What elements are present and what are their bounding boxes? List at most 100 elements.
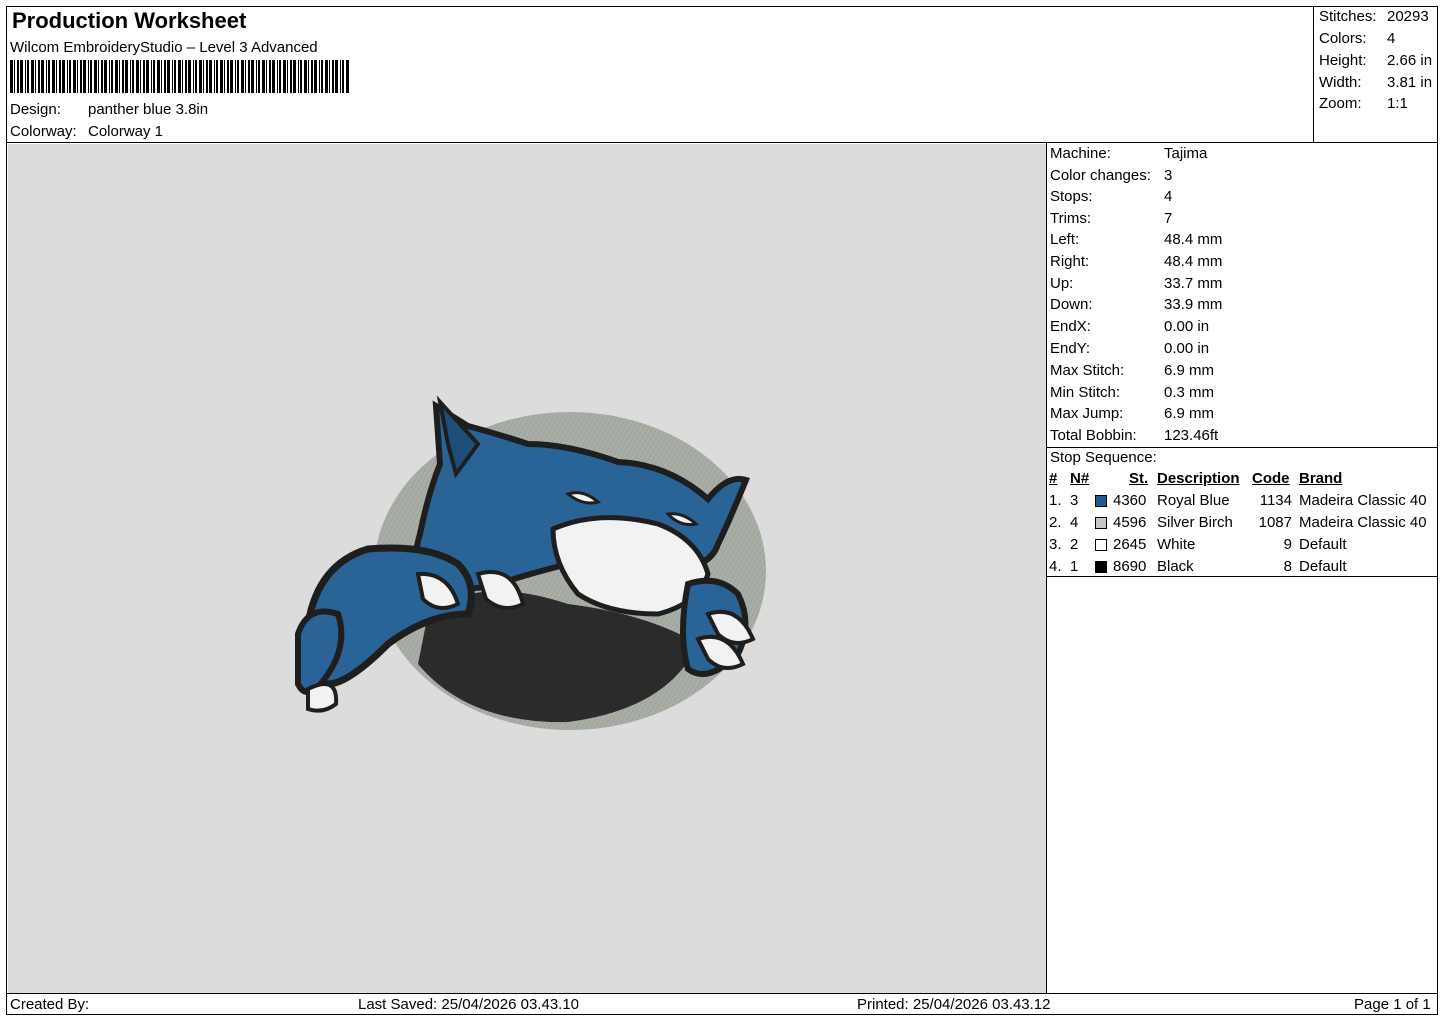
info-min-stitch: Min Stitch: 0.3 mm [1050, 384, 1214, 401]
stop-row-stitches: 4360 [1113, 492, 1147, 509]
barcode-bar [62, 60, 65, 93]
barcode-bar [298, 60, 299, 93]
info-label: Min Stitch: [1050, 384, 1121, 401]
barcode-bar [88, 60, 89, 93]
stop-row-code: 1087 [1258, 514, 1292, 531]
col-header-brand: Brand [1299, 470, 1343, 487]
color-swatch [1095, 495, 1107, 507]
barcode-bar [272, 60, 275, 93]
stop-row-stitches: 4596 [1113, 514, 1147, 531]
barcode-bar [230, 60, 233, 93]
col-header-n: N# [1070, 470, 1090, 487]
info-value: 7 [1164, 210, 1173, 227]
info-value: 4 [1164, 188, 1173, 205]
printed-date: Printed: 25/04/2026 03.43.12 [857, 996, 1051, 1013]
barcode-bar [235, 60, 236, 93]
stat-label: Width: [1319, 74, 1362, 91]
info-label: Up: [1050, 275, 1074, 292]
info-up: Up: 33.7 mm [1050, 275, 1222, 292]
barcode-bar [48, 60, 50, 93]
barcode-bar [90, 60, 92, 93]
barcode-bar [258, 60, 260, 93]
barcode-bar [56, 60, 57, 93]
info-machine: Machine: Tajima [1050, 145, 1207, 162]
stop-row-brand: Madeira Classic 40 [1299, 492, 1427, 509]
stop-sequence-title: Stop Sequence: [1050, 449, 1157, 466]
col-header-st: St. [1129, 470, 1149, 487]
info-divider [1046, 447, 1438, 448]
barcode-bar [115, 60, 118, 93]
barcode-bar [332, 60, 334, 93]
barcode-bar [101, 60, 103, 93]
barcode-bar [132, 60, 134, 93]
barcode-bar [248, 60, 250, 93]
barcode-bar [111, 60, 113, 93]
color-swatch [1095, 539, 1107, 551]
barcode-bar [41, 60, 44, 93]
barcode-bar [195, 60, 197, 93]
barcode-bar [59, 60, 61, 93]
barcode-bar [10, 60, 13, 93]
info-label: EndY: [1050, 340, 1091, 357]
barcode-bar [31, 60, 34, 93]
info-value: 123.46ft [1164, 427, 1219, 444]
barcode-bar [153, 60, 155, 93]
barcode-bar [122, 60, 124, 93]
stat-value: 20293 [1387, 8, 1429, 25]
design-label: Design: [10, 101, 61, 118]
stop-row-needle: 4 [1070, 514, 1079, 531]
info-label: Total Bobbin: [1050, 427, 1137, 444]
info-label: Machine: [1050, 145, 1111, 162]
stat-value: 3.81 in [1387, 74, 1433, 91]
design-value: panther blue 3.8in [88, 101, 209, 118]
barcode-bar [130, 60, 131, 93]
barcode-bar [35, 60, 36, 93]
barcode-bar [20, 60, 23, 93]
info-value: 0.00 in [1164, 318, 1210, 335]
stop-row-description: White [1157, 536, 1196, 553]
barcode-bar [203, 60, 204, 93]
stat-zoom: Zoom: 1:1 [1319, 95, 1408, 112]
stat-value: 2.66 in [1387, 52, 1433, 69]
barcode-bar [73, 60, 76, 93]
barcode-bar [304, 60, 307, 93]
page-number: Page 1 of 1 [1354, 996, 1431, 1013]
barcode-bar [27, 60, 29, 93]
barcode-bar [241, 60, 244, 93]
info-endx: EndX: 0.00 in [1050, 318, 1209, 335]
barcode-bar [77, 60, 78, 93]
stop-row-stitches: 2645 [1113, 536, 1147, 553]
barcode-bar [283, 60, 286, 93]
barcode-bar [237, 60, 239, 93]
barcode-bar [52, 60, 55, 93]
stop-row-description: Black [1157, 558, 1194, 575]
color-swatch [1095, 561, 1107, 573]
last-saved: Last Saved: 25/04/2026 03.43.10 [358, 996, 580, 1013]
barcode-bar [342, 60, 344, 93]
stats-divider [1313, 6, 1314, 143]
info-left: Left: 48.4 mm [1050, 231, 1222, 248]
col-header-code: Code [1252, 470, 1290, 487]
info-max-jump: Max Jump: 6.9 mm [1050, 405, 1214, 422]
barcode-bar [206, 60, 208, 93]
stat-label: Stitches: [1319, 8, 1377, 25]
panel-divider [1046, 142, 1047, 993]
stop-row-num: 1. [1049, 492, 1062, 509]
stat-label: Height: [1319, 52, 1367, 69]
info-value: 0.00 in [1164, 340, 1210, 357]
info-value: 6.9 mm [1164, 362, 1215, 379]
stop-row-description: Royal Blue [1157, 492, 1230, 509]
colorway-label: Colorway: [10, 123, 77, 140]
stop-row-description: Silver Birch [1157, 514, 1233, 531]
barcode-bar [279, 60, 281, 93]
barcode-bar [178, 60, 181, 93]
barcode-bar [209, 60, 212, 93]
info-value: 3 [1164, 167, 1173, 184]
barcode-bar [174, 60, 176, 93]
info-trims: Trims: 7 [1050, 210, 1172, 227]
stop-row-needle: 3 [1070, 492, 1079, 509]
header-divider [6, 142, 1438, 143]
stop-row-num: 2. [1049, 514, 1062, 531]
panther-embroidery-image [295, 395, 766, 730]
info-value: 0.3 mm [1164, 384, 1215, 401]
